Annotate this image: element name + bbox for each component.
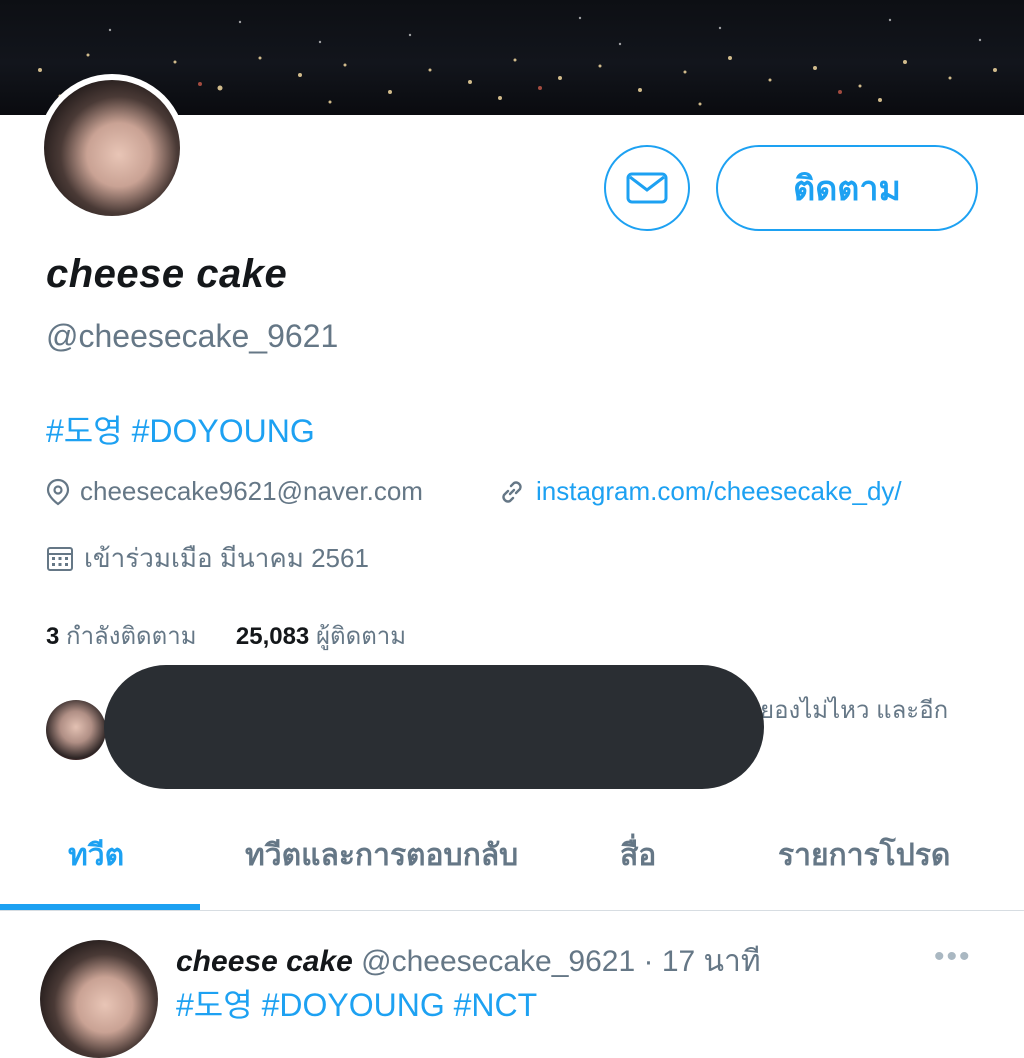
profile-bio[interactable]: #도영 #DOYOUNG xyxy=(46,406,315,452)
mail-icon xyxy=(626,172,668,204)
profile-website[interactable]: instagram.com/cheesecake_dy/ xyxy=(498,476,902,507)
tab-media[interactable]: สื่อ xyxy=(620,832,656,879)
tweet-author-name[interactable]: cheese cake xyxy=(176,945,353,978)
followers-link[interactable]: 25,083 ผู้ติดตาม xyxy=(236,623,406,650)
profile-handle: @cheesecake_9621 xyxy=(46,318,339,354)
profile-tabs: ทวีต ทวีตและการตอบกลับ สื่อ รายการโปรด xyxy=(0,810,1024,910)
tweet-text[interactable]: #도영 #DOYOUNG #NCT xyxy=(176,980,537,1026)
tweet-header: cheese cake @cheesecake_9621 · 17 นาที xyxy=(176,938,761,985)
location-text: cheesecake9621@naver.com xyxy=(80,476,423,506)
following-link[interactable]: 3 กำลังติดตาม xyxy=(46,623,197,650)
more-dots-icon[interactable]: ••• xyxy=(934,940,972,974)
follow-button[interactable]: ติดตาม xyxy=(716,145,978,231)
link-icon xyxy=(502,480,522,503)
avatar-photo xyxy=(44,80,180,216)
profile-location: cheesecake9621@naver.com xyxy=(46,476,423,507)
website-link[interactable]: instagram.com/cheesecake_dy/ xyxy=(536,476,902,507)
following-label: กำลังติดตาม xyxy=(66,623,197,650)
profile-avatar[interactable] xyxy=(38,74,186,222)
followed-by-text[interactable]: ยองไม่ไหว และอีก xyxy=(760,690,948,729)
redaction-block xyxy=(104,665,764,789)
profile-joined: เข้าร่วมเมือ มีนาคม 2561 xyxy=(46,538,369,579)
location-pin-icon xyxy=(46,478,70,505)
joined-text: เข้าร่วมเมือ มีนาคม 2561 xyxy=(84,543,369,573)
followed-by-avatar[interactable] xyxy=(46,700,106,760)
followers-count: 25,083 xyxy=(235,623,310,650)
follow-counts: 3 กำลังติดตาม 25,083 ผู้ติดตาม xyxy=(46,616,406,655)
message-button[interactable] xyxy=(604,145,690,231)
tabs-divider xyxy=(0,910,1024,911)
tweet-author-handle[interactable]: @cheesecake_9621 xyxy=(361,945,635,978)
tab-likes[interactable]: รายการโปรด xyxy=(778,832,950,879)
calendar-icon xyxy=(47,546,73,571)
tab-tweets-replies[interactable]: ทวีตและการตอบกลับ xyxy=(245,832,518,879)
followers-label: ผู้ติดตาม xyxy=(315,623,407,650)
tweet-avatar[interactable] xyxy=(40,940,158,1058)
following-count: 3 xyxy=(46,623,60,650)
profile-display-name: cheese cake xyxy=(46,252,288,296)
tab-tweets[interactable]: ทวีต xyxy=(68,832,124,879)
tweet-timestamp[interactable]: · 17 นาที xyxy=(635,945,760,978)
